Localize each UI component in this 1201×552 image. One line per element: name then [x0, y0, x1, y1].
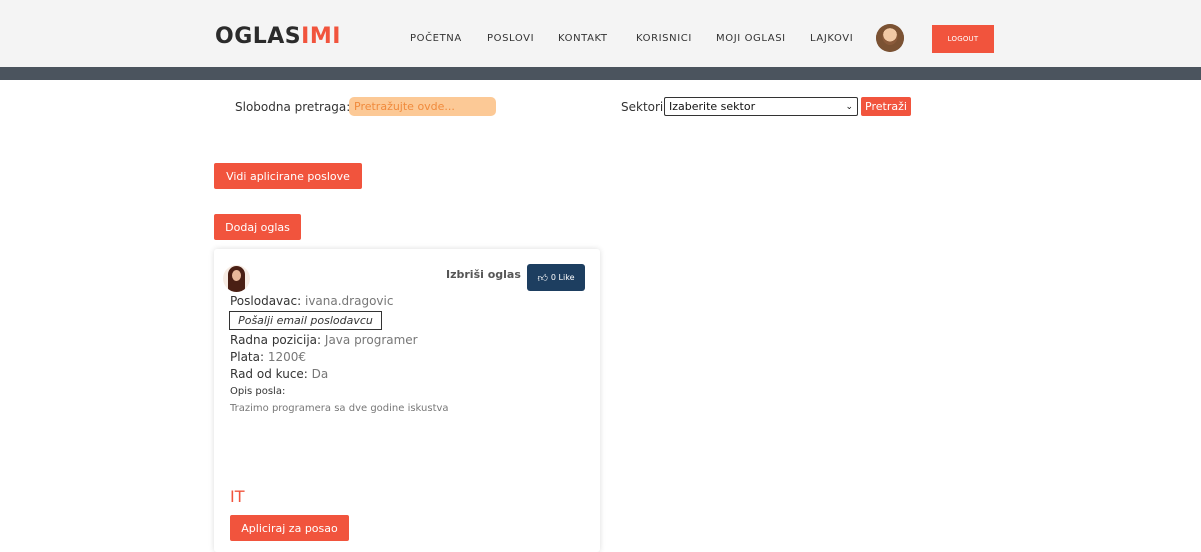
- free-search-input[interactable]: [349, 97, 496, 116]
- apply-button[interactable]: Apliciraj za posao: [230, 515, 349, 541]
- employer-avatar: [223, 265, 250, 292]
- avatar-face: [232, 270, 241, 281]
- salary-row: Plata: 1200€: [230, 350, 306, 365]
- salary-label: Plata:: [230, 350, 265, 364]
- add-ad-button[interactable]: Dodaj oglas: [214, 214, 301, 240]
- sector-label: Sektori:: [621, 100, 668, 114]
- header-divider-bar: [0, 67, 1201, 80]
- sector-select[interactable]: Izaberite sektor ⌄: [664, 97, 858, 116]
- like-button[interactable]: 👍︎ 0 Like: [527, 264, 585, 291]
- position-label: Radna pozicija:: [230, 333, 322, 347]
- nav-poslovi[interactable]: POSLOVI: [487, 33, 534, 45]
- email-employer-button[interactable]: Pošalji email poslodavcu: [229, 311, 382, 330]
- remote-label: Rad od kuce:: [230, 367, 308, 381]
- position-value: Java programer: [324, 333, 418, 347]
- nav-moji-oglasi[interactable]: MOJI OGLASI: [716, 33, 786, 45]
- thumbs-up-icon: 👍︎: [537, 272, 548, 284]
- nav-kontakt[interactable]: KONTAKT: [558, 33, 608, 45]
- nav-pocetna[interactable]: POČETNA: [410, 33, 462, 45]
- employer-label: Poslodavac:: [230, 294, 302, 308]
- applied-jobs-button[interactable]: Vidi aplicirane poslove: [214, 163, 362, 189]
- employer-row: Poslodavac: ivana.dragovic: [230, 294, 393, 309]
- chevron-down-icon: ⌄: [845, 101, 853, 112]
- remote-row: Rad od kuce: Da: [230, 367, 328, 382]
- logo-text-part2: IMI: [301, 24, 341, 49]
- ad-sector: IT: [230, 487, 245, 506]
- top-navbar: OGLASIMI POČETNA POSLOVI KONTAKT KORISNI…: [0, 0, 1201, 67]
- avatar-hair: [876, 24, 904, 52]
- nav-lajkovi[interactable]: LAJKOVI: [810, 33, 853, 45]
- remote-value: Da: [311, 367, 329, 381]
- free-search-label: Slobodna pretraga:: [235, 100, 351, 114]
- sector-select-value: Izaberite sektor: [669, 100, 756, 113]
- description-value: Trazimo programera sa dve godine iskustv…: [230, 403, 449, 414]
- position-row: Radna pozicija: Java programer: [230, 333, 418, 348]
- like-count: 0 Like: [550, 273, 575, 282]
- site-logo[interactable]: OGLASIMI: [215, 24, 341, 50]
- description-label: Opis posla:: [230, 386, 286, 397]
- nav-korisnici[interactable]: KORISNICI: [636, 33, 692, 45]
- logout-button[interactable]: LOGOUT: [932, 25, 994, 53]
- user-avatar[interactable]: [876, 24, 904, 52]
- delete-ad-link[interactable]: Izbriši oglas: [446, 268, 521, 281]
- salary-value: 1200€: [267, 350, 307, 364]
- employer-value: ivana.dragovic: [304, 294, 394, 308]
- logo-text-part1: OGLAS: [215, 24, 302, 49]
- search-button[interactable]: Pretraži: [861, 97, 911, 116]
